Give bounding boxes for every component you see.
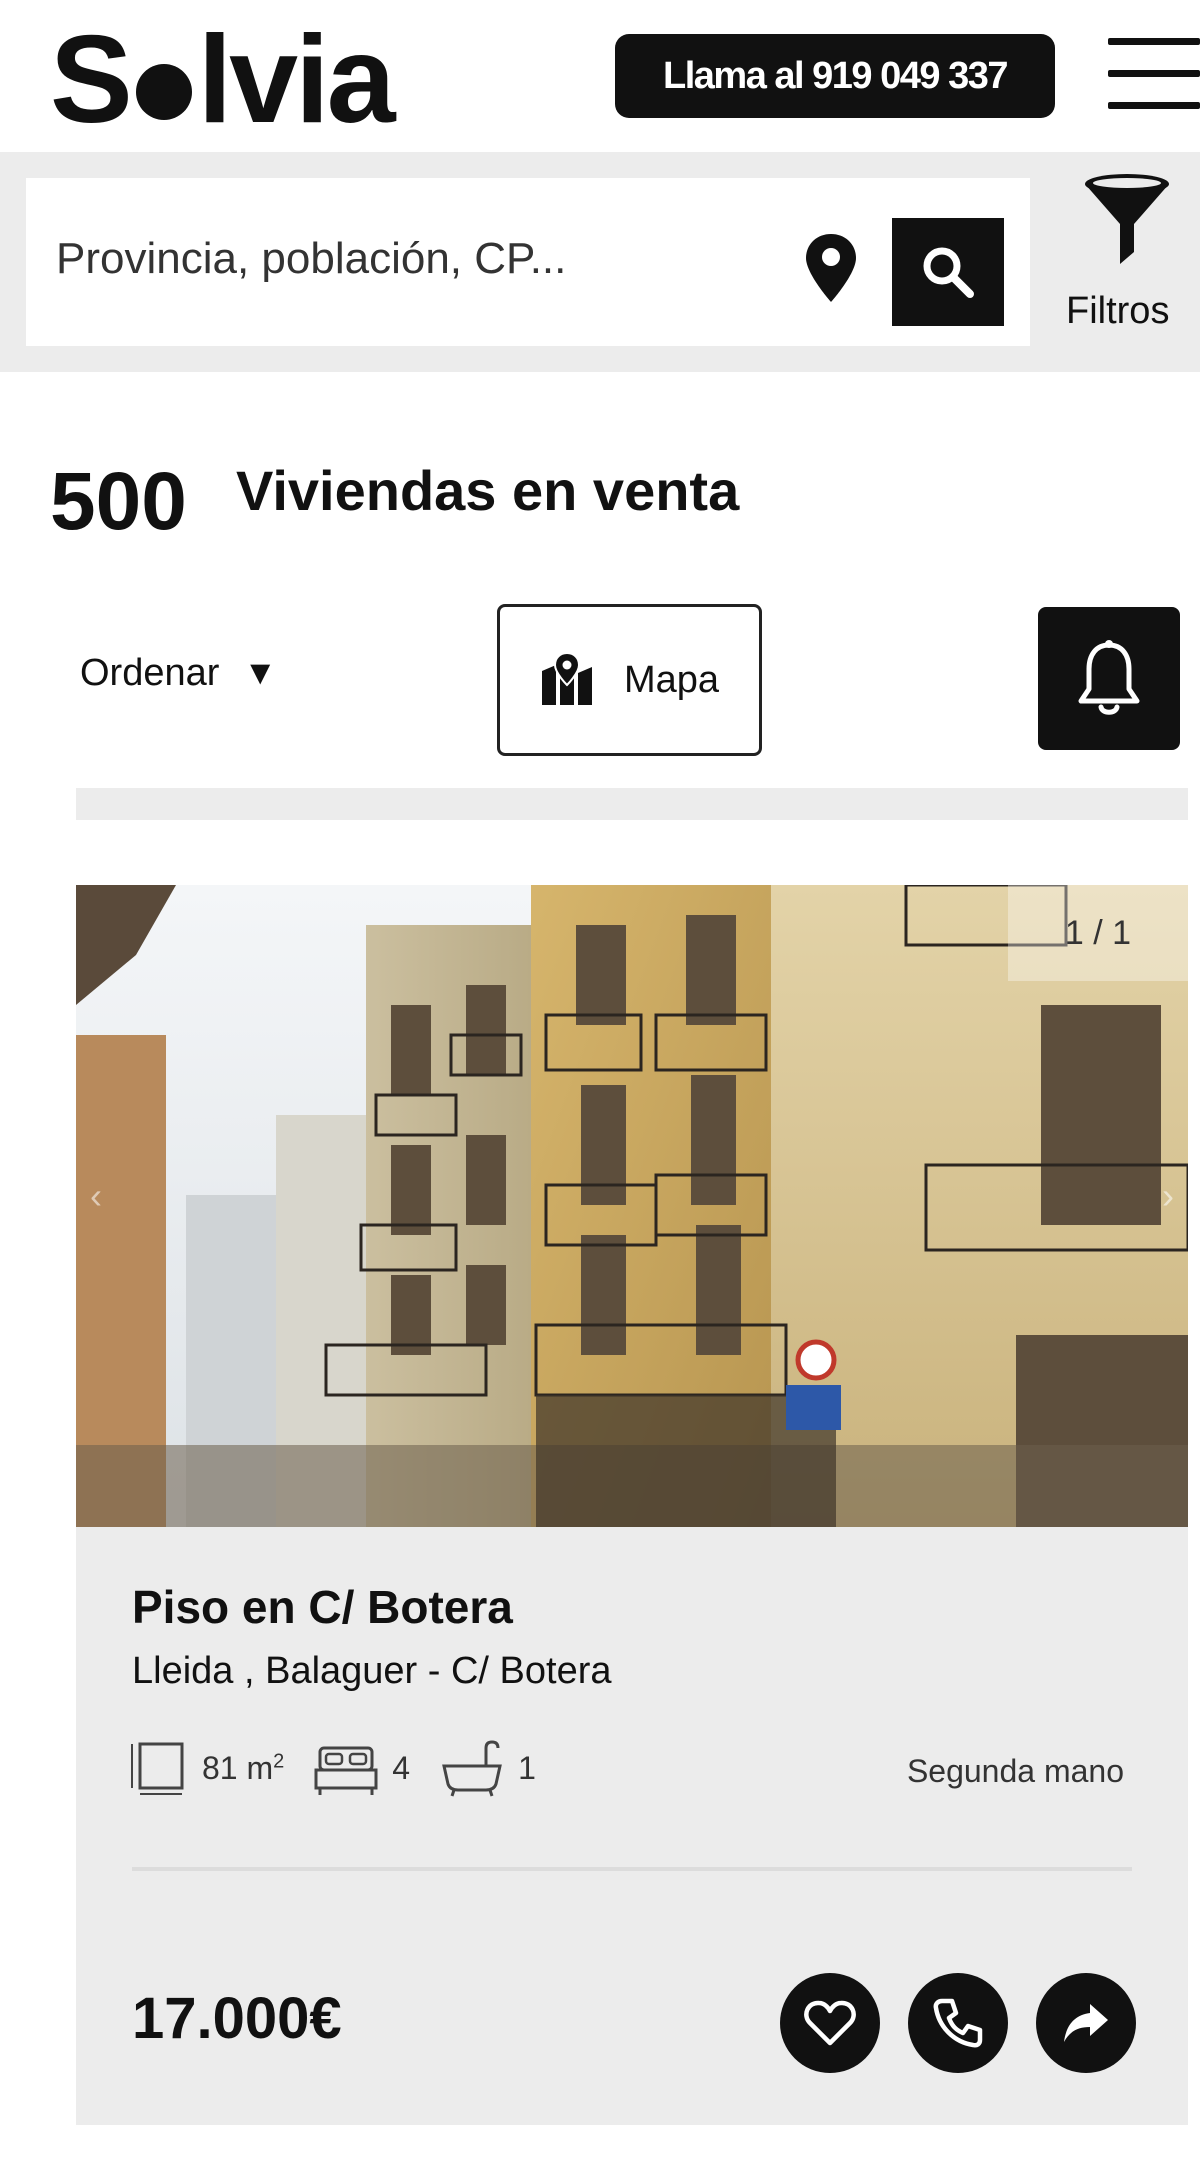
search-bar-section: Filtros	[0, 152, 1200, 372]
listing-features: 81 m2 4 1	[128, 1733, 566, 1803]
results-count: 500	[50, 456, 187, 547]
hamburger-menu-icon[interactable]	[1108, 38, 1200, 110]
building-photo	[76, 885, 1188, 1527]
area-value: 81 m2	[202, 1749, 285, 1786]
filters-label: Filtros	[1066, 290, 1170, 332]
phone-icon	[933, 1998, 983, 2048]
listing-title[interactable]: Piso en C/ Botera	[132, 1580, 513, 1634]
area-icon	[131, 1742, 184, 1795]
listing-price: 17.000€	[132, 1986, 342, 2051]
solvia-logo[interactable]: Slvia	[50, 18, 396, 142]
bell-icon	[1078, 639, 1140, 715]
caret-down-icon: ▼	[243, 654, 278, 692]
area-feature: 81 m2	[128, 1738, 284, 1798]
bedrooms-feature: 4	[314, 1738, 410, 1798]
prev-image-arrow-icon[interactable]: ‹	[90, 1175, 102, 1217]
map-icon	[541, 653, 592, 705]
funnel-icon	[1085, 174, 1169, 264]
listing-actions	[780, 1973, 1136, 2073]
map-pin-icon[interactable]	[796, 228, 866, 308]
condition-label: Segunda mano	[906, 1753, 1124, 1789]
call-button[interactable]: Llama al 919 049 337	[615, 34, 1055, 118]
listing-card[interactable]: 1 / 1 ‹ › Piso en C/ Botera Lleida , Bal…	[76, 885, 1188, 2125]
map-button[interactable]: Mapa	[497, 604, 762, 756]
results-label: Viviendas en venta	[236, 459, 740, 522]
map-label: Mapa	[623, 658, 720, 701]
share-button[interactable]	[1036, 1973, 1136, 2073]
search-button[interactable]	[892, 218, 1004, 326]
search-input[interactable]	[56, 224, 776, 294]
bathtub-icon	[442, 1740, 502, 1797]
image-counter: 1 / 1	[1008, 885, 1188, 981]
favorite-button[interactable]	[780, 1973, 880, 2073]
card-divider	[132, 1867, 1132, 1871]
sort-dropdown[interactable]: Ordenar ▼	[80, 652, 277, 695]
bathrooms-feature: 1	[440, 1738, 536, 1798]
site-header: Slvia Llama al 919 049 337	[0, 0, 1200, 152]
listing-location: Lleida , Balaguer - C/ Botera	[132, 1650, 612, 1692]
search-icon	[923, 247, 974, 298]
search-box	[26, 178, 1030, 346]
next-image-arrow-icon[interactable]: ›	[1162, 1175, 1174, 1217]
heart-icon	[804, 2000, 856, 2046]
share-icon	[1064, 2004, 1108, 2042]
alert-button[interactable]	[1038, 607, 1180, 750]
bathrooms-value: 1	[518, 1749, 536, 1786]
filters-button[interactable]: Filtros	[1050, 172, 1200, 342]
sort-label: Ordenar	[80, 652, 220, 694]
listing-photo[interactable]: 1 / 1 ‹ ›	[76, 885, 1188, 1527]
bed-icon	[314, 1746, 378, 1795]
bedrooms-value: 4	[392, 1749, 411, 1786]
divider-band	[76, 788, 1188, 820]
call-listing-button[interactable]	[908, 1973, 1008, 2073]
